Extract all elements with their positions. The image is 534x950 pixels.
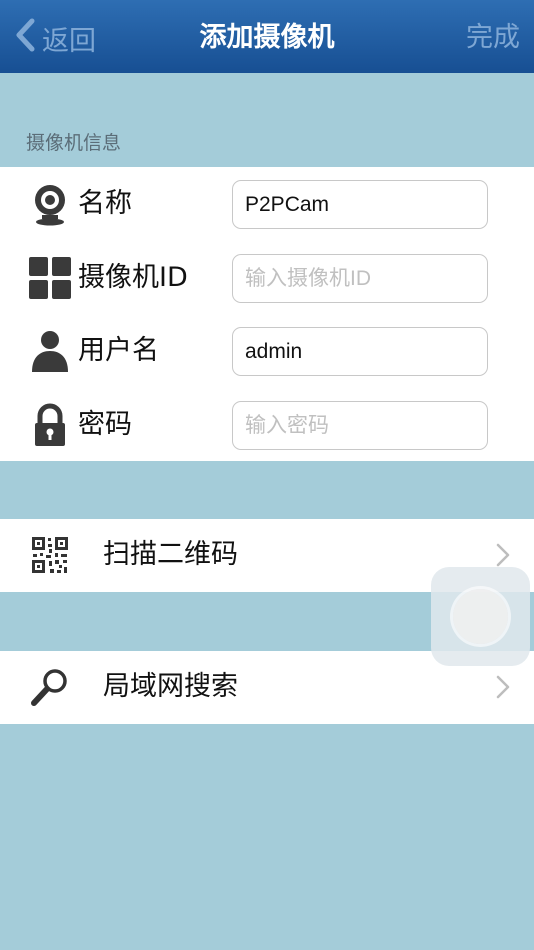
done-button[interactable]: 完成: [466, 18, 520, 58]
lock-icon: [28, 403, 72, 447]
camera-id-field[interactable]: 输入摄像机ID: [232, 254, 488, 303]
name-field[interactable]: P2PCam: [232, 180, 488, 229]
assistive-touch-button[interactable]: [431, 567, 530, 666]
scan-qr-label: 扫描二维码: [103, 539, 238, 570]
name-row: 名称 P2PCam: [0, 167, 534, 241]
chevron-right-icon: [496, 675, 510, 703]
camera-form: 名称 P2PCam 摄像机ID 输入摄像机ID 用户名 admin 密码 输入密…: [0, 167, 534, 461]
qr-code-icon: [30, 535, 70, 575]
password-row: 密码 输入密码: [0, 388, 534, 462]
grid-icon: [28, 256, 72, 300]
username-row: 用户名 admin: [0, 314, 534, 388]
password-label: 密码: [78, 409, 132, 440]
camera-id-label: 摄像机ID: [78, 262, 188, 293]
username-label: 用户名: [78, 335, 159, 366]
page-title: 添加摄像机: [199, 22, 335, 53]
lan-search-label: 局域网搜索: [103, 671, 238, 702]
section-header: 摄像机信息: [26, 132, 122, 154]
webcam-icon: [28, 182, 72, 226]
password-field[interactable]: 输入密码: [232, 401, 488, 450]
user-icon: [28, 329, 72, 373]
nav-bar: 返回 添加摄像机 完成: [0, 0, 534, 73]
magnifier-icon: [30, 667, 70, 707]
username-field[interactable]: admin: [232, 327, 488, 376]
name-label: 名称: [78, 188, 132, 219]
assistive-touch-icon: [453, 589, 508, 644]
camera-id-row: 摄像机ID 输入摄像机ID: [0, 241, 534, 315]
